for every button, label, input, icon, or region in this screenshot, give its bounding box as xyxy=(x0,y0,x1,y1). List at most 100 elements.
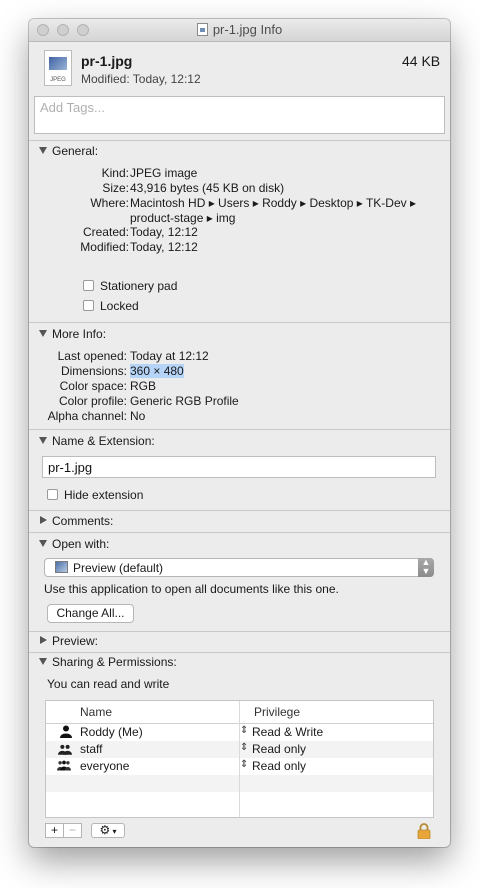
comments-section-header[interactable]: Comments: xyxy=(39,514,113,528)
info-window: pr-1.jpg Info JPEG pr-1.jpg 44 KB Modifi… xyxy=(29,19,450,847)
privilege-stepper-icon: ⇕ xyxy=(240,742,249,753)
disclosure-open-icon xyxy=(39,540,47,547)
comments-title: Comments: xyxy=(52,514,114,528)
sharing-title: Sharing & Permissions: xyxy=(52,655,177,669)
application-name: Preview (default) xyxy=(73,561,164,575)
size-value: 43,916 bytes (45 KB on disk) xyxy=(130,181,285,195)
last-opened-value: Today at 12:12 xyxy=(130,349,209,363)
sharing-section-header[interactable]: Sharing & Permissions: xyxy=(39,655,177,669)
divider xyxy=(29,532,450,533)
general-title: General: xyxy=(52,144,99,158)
open-with-note: Use this application to open all documen… xyxy=(44,582,339,596)
user-privilege[interactable]: Read & Write xyxy=(252,725,323,739)
application-popup[interactable]: Preview (default) ▲ ▼ xyxy=(44,558,434,577)
name-extension-section-header[interactable]: Name & Extension: xyxy=(39,434,155,448)
disclosure-closed-icon xyxy=(40,636,47,644)
divider xyxy=(29,429,450,430)
where-value-line2: product-stage ▸ img xyxy=(130,211,236,225)
preview-app-icon xyxy=(55,561,68,573)
tags-field[interactable] xyxy=(34,96,445,134)
color-profile-value: Generic RGB Profile xyxy=(130,394,239,408)
divider xyxy=(29,322,450,323)
file-icon-label: JPEG xyxy=(50,77,66,83)
name-extension-title: Name & Extension: xyxy=(52,434,155,448)
modified-date: Modified: Today, 12:12 xyxy=(81,72,201,86)
general-section-header[interactable]: General: xyxy=(39,144,98,158)
locked-label: Locked xyxy=(100,299,139,313)
sharing-status: You can read and write xyxy=(47,677,170,691)
divider xyxy=(29,140,450,141)
color-space-label: Color space: xyxy=(59,379,127,393)
column-divider xyxy=(239,701,240,817)
kind-label: Kind: xyxy=(101,166,129,180)
more-info-title: More Info: xyxy=(52,327,107,341)
column-header-name[interactable]: Name xyxy=(80,705,112,719)
window-title: pr-1.jpg Info xyxy=(212,22,283,37)
where-label: Where: xyxy=(90,196,129,210)
disclosure-open-icon xyxy=(39,437,47,444)
general-details: Kind: JPEG image Size: 43,916 bytes (45 … xyxy=(29,166,450,266)
window-title-area: pr-1.jpg Info xyxy=(29,22,450,37)
chevron-down-icon: ▾ xyxy=(110,827,117,836)
preview-section-header[interactable]: Preview: xyxy=(39,634,98,648)
tags-input[interactable] xyxy=(35,97,444,118)
everyone-name: everyone xyxy=(80,759,130,773)
stationery-label: Stationery pad xyxy=(100,279,178,293)
hide-extension-label: Hide extension xyxy=(64,488,144,502)
add-user-button[interactable]: + xyxy=(45,823,64,838)
everyone-privilege[interactable]: Read only xyxy=(252,759,306,773)
action-menu-button[interactable]: ⚙ ▾ xyxy=(91,823,125,838)
stationery-checkbox[interactable] xyxy=(83,280,94,291)
file-name: pr-1.jpg xyxy=(81,53,133,69)
divider xyxy=(29,652,450,653)
more-info-section-header[interactable]: More Info: xyxy=(39,327,106,341)
alpha-channel-value: No xyxy=(130,409,146,423)
more-info-details: Last opened: Today at 12:12 Dimensions: … xyxy=(29,349,450,425)
group-name: staff xyxy=(80,742,103,756)
privilege-stepper-icon: ⇕ xyxy=(240,725,249,736)
title-bar: pr-1.jpg Info xyxy=(29,19,450,42)
preview-title: Preview: xyxy=(52,634,99,648)
disclosure-closed-icon xyxy=(40,516,47,524)
name-input[interactable] xyxy=(43,457,435,477)
permissions-table: Name Privilege Roddy (Me) ⇕ Read & Write… xyxy=(45,700,434,818)
disclosure-open-icon xyxy=(39,330,47,337)
open-with-section-header[interactable]: Open with: xyxy=(39,537,109,551)
column-header-privilege[interactable]: Privilege xyxy=(254,705,300,719)
jpeg-file-icon: JPEG xyxy=(44,50,72,86)
lock-icon[interactable] xyxy=(417,823,431,839)
color-profile-label: Color profile: xyxy=(58,394,127,408)
disclosure-open-icon xyxy=(39,147,47,154)
created-value: Today, 12:12 xyxy=(130,225,198,239)
divider xyxy=(29,510,450,511)
where-value-line1: Macintosh HD ▸ Users ▸ Roddy ▸ Desktop ▸… xyxy=(130,196,416,210)
popup-arrows-icon: ▲ ▼ xyxy=(418,558,434,577)
created-label: Created: xyxy=(82,225,129,239)
alpha-channel-label: Alpha channel: xyxy=(47,409,127,423)
modified-value: Today, 12:12 xyxy=(130,240,198,254)
privilege-stepper-icon: ⇕ xyxy=(240,759,249,770)
everyone-icon xyxy=(57,760,71,771)
disclosure-open-icon xyxy=(39,658,47,665)
hide-extension-checkbox[interactable] xyxy=(47,489,58,500)
file-size: 44 KB xyxy=(402,53,441,69)
locked-checkbox[interactable] xyxy=(83,300,94,311)
divider xyxy=(29,631,450,632)
dimensions-label: Dimensions: xyxy=(60,364,127,378)
modified-label: Modified: xyxy=(80,240,129,254)
gear-icon: ⚙ xyxy=(99,823,111,837)
size-label: Size: xyxy=(102,181,129,195)
image-thumbnail-icon xyxy=(49,57,67,70)
name-field[interactable] xyxy=(42,456,436,478)
open-with-title: Open with: xyxy=(52,537,110,551)
user-name: Roddy (Me) xyxy=(80,725,143,739)
change-all-button[interactable]: Change All... xyxy=(47,604,134,623)
user-icon xyxy=(60,725,72,738)
group-privilege[interactable]: Read only xyxy=(252,742,306,756)
kind-value: JPEG image xyxy=(130,166,198,180)
document-icon xyxy=(196,23,208,36)
last-opened-label: Last opened: xyxy=(57,349,127,363)
dimensions-value[interactable]: 360 × 480 xyxy=(130,364,184,378)
remove-user-button[interactable]: − xyxy=(63,823,82,838)
color-space-value: RGB xyxy=(130,379,157,393)
